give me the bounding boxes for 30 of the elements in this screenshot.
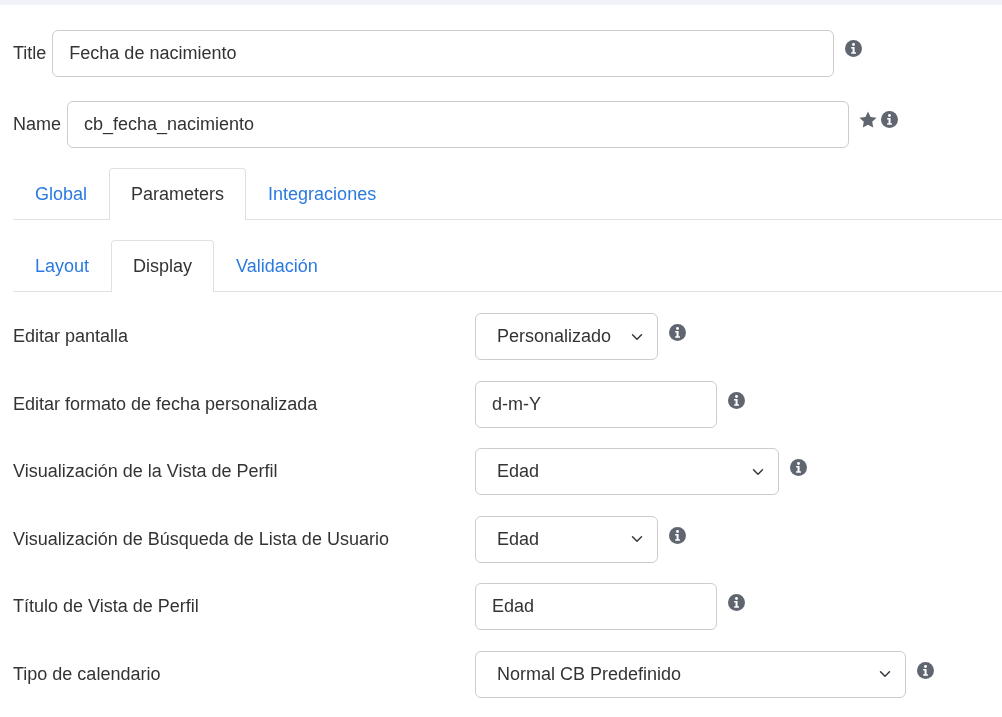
setting-label: Título de Vista de Perfil	[13, 595, 200, 618]
dropdown[interactable]: Edad	[475, 448, 779, 495]
info-icon[interactable]	[790, 459, 807, 476]
setting-label: Editar pantalla	[13, 325, 130, 348]
field-label: Title	[13, 42, 47, 65]
setting-label: Editar formato de fecha personalizada	[13, 392, 319, 416]
dropdown[interactable]: Edad	[475, 515, 658, 563]
tab[interactable]: Integraciones	[246, 168, 399, 220]
input-field[interactable]: Edad	[475, 583, 717, 630]
subtab[interactable]: Validación	[214, 240, 340, 292]
info-icon[interactable]	[669, 526, 686, 544]
tab[interactable]: Parameters	[109, 168, 247, 220]
info-icon[interactable]	[728, 594, 745, 611]
info-icon[interactable]	[917, 661, 934, 679]
dropdown[interactable]: Normal CB Predefinido	[475, 650, 906, 698]
setting-label: Visualización de la Vista de Perfil	[13, 460, 279, 483]
input-field[interactable]: d-m-Y	[475, 380, 717, 428]
dropdown[interactable]: Personalizado	[475, 313, 658, 360]
field-label: Name	[13, 113, 61, 136]
info-icon[interactable]	[881, 111, 898, 128]
info-icon[interactable]	[728, 391, 745, 409]
subtab[interactable]: Display	[111, 240, 215, 292]
info-icon[interactable]	[845, 40, 863, 57]
setting-label: Visualización de Búsqueda de Lista de Usuario	[13, 527, 390, 551]
input-field[interactable]: Fecha de nacimiento	[52, 30, 835, 77]
setting-label: Tipo de calendario	[13, 662, 162, 686]
input-field[interactable]: cb_fecha_nacimiento	[67, 101, 849, 148]
subtab[interactable]: Layout	[13, 240, 112, 292]
tab[interactable]: Global	[13, 168, 110, 220]
info-icon[interactable]	[669, 324, 686, 341]
